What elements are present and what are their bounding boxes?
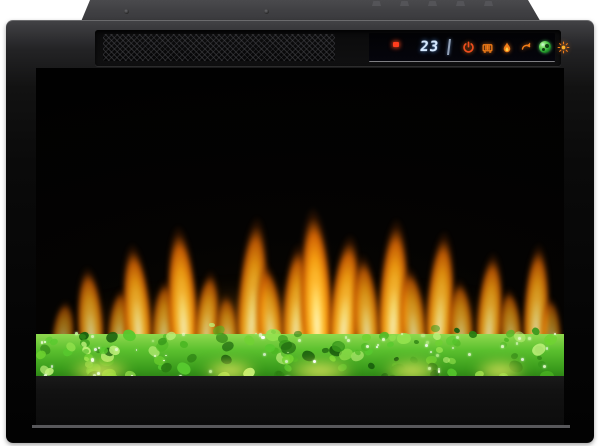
power-icon xyxy=(462,41,475,54)
status-led xyxy=(393,42,399,47)
sparkle xyxy=(259,333,262,336)
glass-crystal xyxy=(368,362,377,370)
bottom-trim-line xyxy=(32,425,570,428)
power-button[interactable] xyxy=(461,39,476,55)
mounting-tab xyxy=(456,1,465,6)
sparkle xyxy=(91,335,94,338)
glass-crystal xyxy=(180,341,189,349)
control-panel: 23 xyxy=(369,33,555,62)
sparkle xyxy=(518,337,521,340)
temperature-display: 23 xyxy=(404,38,440,56)
sparkle xyxy=(425,344,428,347)
glass-crystal xyxy=(396,332,411,344)
sparkle xyxy=(263,353,266,356)
sparkle xyxy=(516,342,518,344)
brightness-icon xyxy=(557,41,570,54)
screw-icon xyxy=(264,9,269,14)
glass-crystal xyxy=(186,352,199,365)
sparkle xyxy=(543,365,546,368)
sparkle xyxy=(98,347,100,349)
sparkle xyxy=(75,332,78,335)
mounting-tab xyxy=(372,1,381,6)
sparkle xyxy=(255,333,257,335)
display-divider xyxy=(447,39,451,55)
sparkle xyxy=(426,341,429,344)
sparkle xyxy=(44,341,46,343)
sparkle xyxy=(41,341,43,343)
sparkle xyxy=(136,349,138,351)
sparkle xyxy=(546,347,549,350)
sparkle xyxy=(456,336,459,339)
hearth-panel xyxy=(36,376,564,425)
glass-crystal xyxy=(280,340,297,355)
sparkle xyxy=(97,372,100,375)
sparkle xyxy=(366,345,369,348)
touch-controls xyxy=(461,39,571,55)
sparkle xyxy=(152,340,154,342)
flame-effect-icon xyxy=(520,41,532,53)
sparkle xyxy=(298,339,301,342)
sparkle xyxy=(91,358,94,361)
glass-crystal xyxy=(361,334,371,342)
heater-button[interactable] xyxy=(480,39,495,55)
mounting-tab xyxy=(428,1,437,6)
glass-crystal xyxy=(242,334,256,347)
heater-icon xyxy=(481,41,494,54)
sparkle xyxy=(501,345,504,348)
sparkle xyxy=(452,347,454,349)
sparkle xyxy=(528,337,531,340)
mounting-tab xyxy=(400,1,409,6)
glass-crystal xyxy=(321,347,328,353)
sparkle xyxy=(428,367,431,370)
sparkle xyxy=(438,370,441,373)
flame-button[interactable] xyxy=(499,39,514,55)
glass-crystal xyxy=(332,340,346,351)
sparkle xyxy=(51,365,54,368)
glass-crystal xyxy=(414,340,419,344)
heater-vent-grille xyxy=(103,34,335,61)
sparkle xyxy=(376,346,378,348)
flame-icon xyxy=(501,41,513,54)
glass-crystal xyxy=(436,347,444,353)
sparkle xyxy=(285,360,288,363)
color-theme-icon xyxy=(539,41,551,53)
flames-layer xyxy=(36,114,564,344)
sparkle xyxy=(347,339,350,342)
glass-crystal xyxy=(208,322,214,327)
sparkle xyxy=(182,333,185,336)
sparkle xyxy=(421,334,424,337)
flame-effect-button[interactable] xyxy=(518,39,533,55)
sparkle xyxy=(521,358,524,361)
color-theme-button[interactable] xyxy=(537,39,552,55)
brightness-button[interactable] xyxy=(556,39,571,55)
sparkle xyxy=(430,351,432,353)
sparkle xyxy=(382,338,385,341)
sparkle xyxy=(345,336,348,339)
glass-crystal xyxy=(293,330,302,338)
sparkle xyxy=(468,353,471,356)
firebox xyxy=(36,68,564,396)
sparkle xyxy=(165,355,167,357)
fireplace-frame: 23 xyxy=(6,20,594,443)
screw-icon xyxy=(124,9,129,14)
mounting-tab xyxy=(484,1,493,6)
glass-crystal xyxy=(386,341,394,348)
sparkle xyxy=(436,354,439,357)
product-photo: 23 xyxy=(0,0,600,446)
sparkle xyxy=(313,360,316,363)
vent-strip: 23 xyxy=(95,30,561,66)
